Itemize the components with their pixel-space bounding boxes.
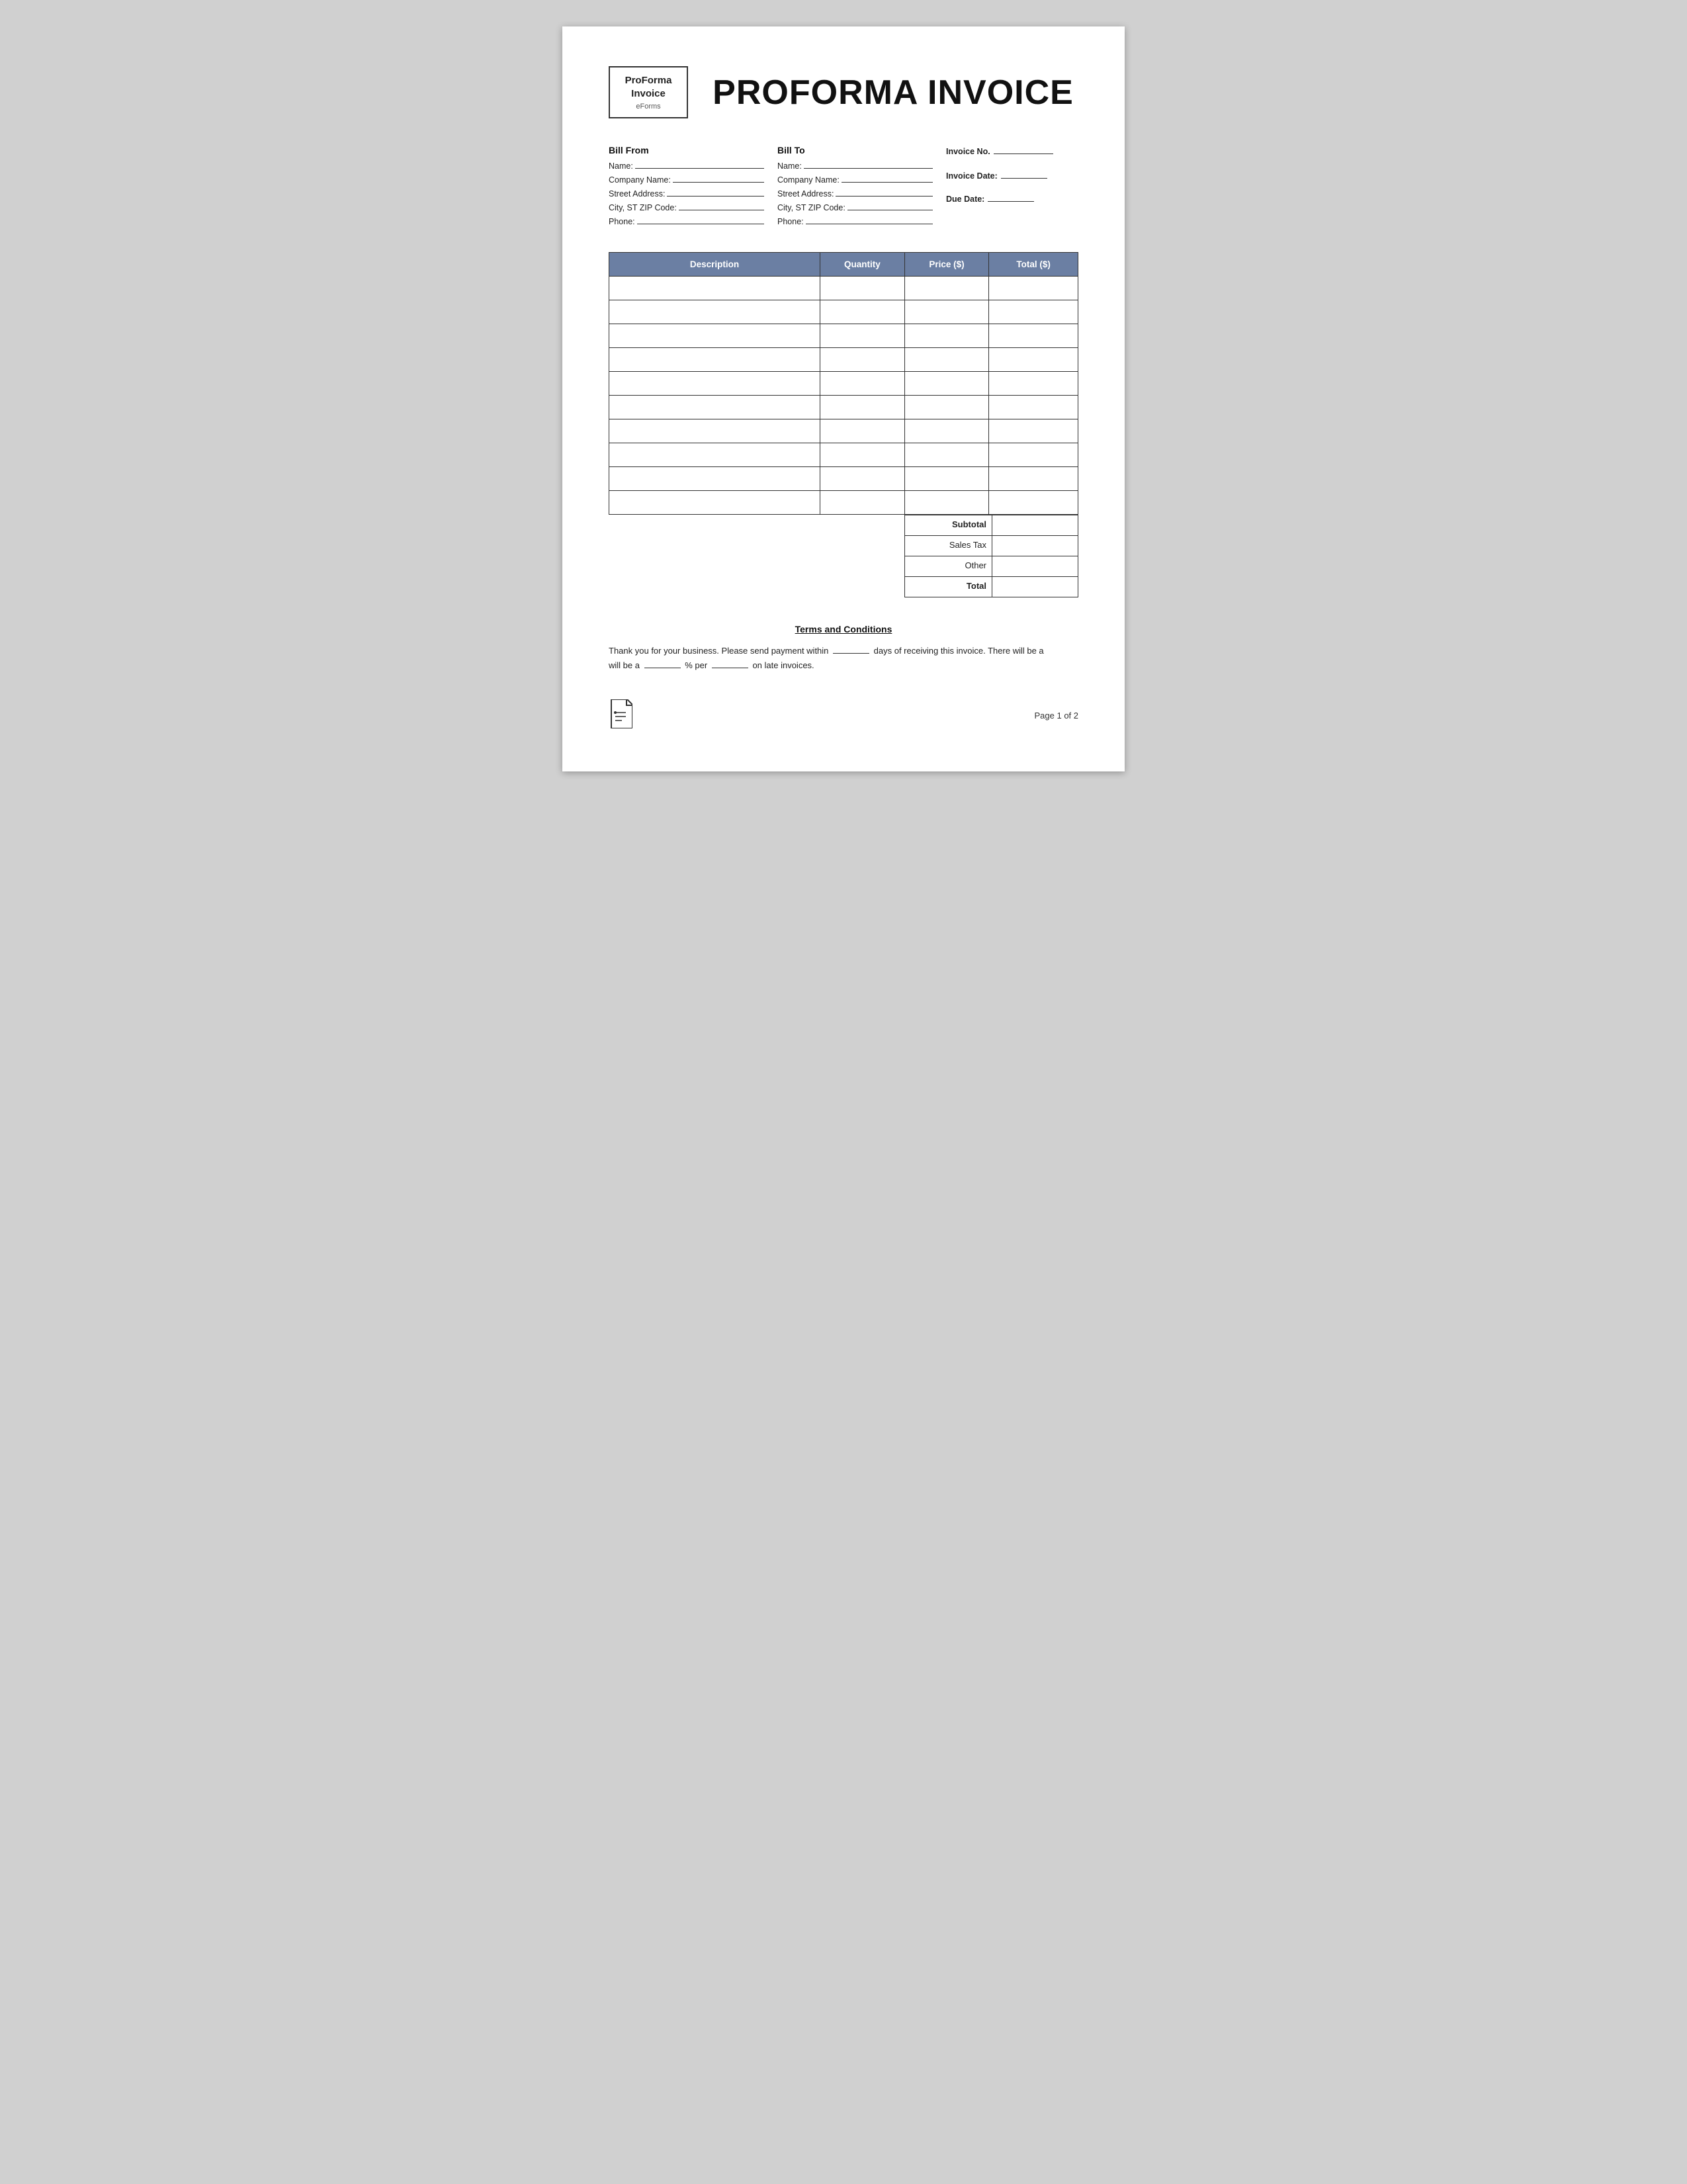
bill-from-heading: Bill From [609,145,764,155]
table-row [609,467,1078,491]
col-description: Description [609,253,820,277]
bill-from-phone: Phone: [609,215,764,226]
logo-title: ProForma Invoice [621,74,676,100]
bill-to-block: Bill To Name: Company Name: Street Addre… [777,145,933,229]
sales-tax-value[interactable] [992,536,1078,556]
table-row [609,443,1078,467]
bill-to-street: Street Address: [777,187,933,198]
bill-from-city: City, ST ZIP Code: [609,201,764,212]
page-title: PROFORMA INVOICE [708,66,1078,112]
col-price: Price ($) [904,253,989,277]
other-row: Other [904,556,1078,576]
table-header-row: Description Quantity Price ($) Total ($) [609,253,1078,277]
logo-box: ProForma Invoice eForms [609,66,688,118]
invoice-page: ProForma Invoice eForms PROFORMA INVOICE… [562,26,1125,771]
subtotal-value[interactable] [992,515,1078,535]
table-row [609,277,1078,300]
table-row [609,396,1078,419]
subtotal-label: Subtotal [905,515,992,535]
eforms-icon [609,699,632,732]
col-total: Total ($) [989,253,1078,277]
total-row: Total [904,576,1078,597]
per-blank[interactable] [712,660,748,668]
invoice-number-label: Invoice No. [946,147,990,156]
other-label: Other [905,556,992,576]
bill-from-block: Bill From Name: Company Name: Street Add… [609,145,764,229]
total-label: Total [905,577,992,597]
table-row [609,491,1078,515]
total-value[interactable] [992,577,1078,597]
due-date-row: Due Date: [946,193,1078,204]
terms-section: Terms and Conditions Thank you for your … [609,624,1078,673]
subtotal-row: Subtotal [904,515,1078,535]
bill-to-phone: Phone: [777,215,933,226]
invoice-info-block: Invoice No. Invoice Date: Due Date: [946,145,1078,229]
billing-section: Bill From Name: Company Name: Street Add… [609,145,1078,229]
table-body [609,277,1078,515]
invoice-table: Description Quantity Price ($) Total ($) [609,252,1078,515]
bill-to-name: Name: [777,159,933,171]
table-row [609,324,1078,348]
logo-sub: eForms [621,103,676,110]
sales-tax-row: Sales Tax [904,535,1078,556]
sales-tax-label: Sales Tax [905,536,992,556]
totals-section: Subtotal Sales Tax Other Total [609,515,1078,597]
totals-grid: Subtotal Sales Tax Other Total [904,515,1078,597]
other-value[interactable] [992,556,1078,576]
table-row [609,372,1078,396]
footer: Page 1 of 2 [609,699,1078,732]
bill-from-company: Company Name: [609,173,764,185]
invoice-number-row: Invoice No. [946,145,1078,156]
header-section: ProForma Invoice eForms PROFORMA INVOICE [609,66,1078,118]
terms-text: Thank you for your business. Please send… [609,644,1078,673]
bill-from-name: Name: [609,159,764,171]
bill-to-company: Company Name: [777,173,933,185]
due-date-label: Due Date: [946,195,984,204]
table-row [609,348,1078,372]
invoice-date-row: Invoice Date: [946,169,1078,181]
page-number: Page 1 of 2 [1035,711,1079,721]
percent-blank[interactable] [644,660,681,668]
table-row [609,419,1078,443]
terms-heading: Terms and Conditions [609,624,1078,634]
bill-to-heading: Bill To [777,145,933,155]
col-quantity: Quantity [820,253,905,277]
bill-to-city: City, ST ZIP Code: [777,201,933,212]
table-row [609,300,1078,324]
days-blank[interactable] [833,645,869,654]
bill-from-street: Street Address: [609,187,764,198]
invoice-date-label: Invoice Date: [946,171,998,181]
